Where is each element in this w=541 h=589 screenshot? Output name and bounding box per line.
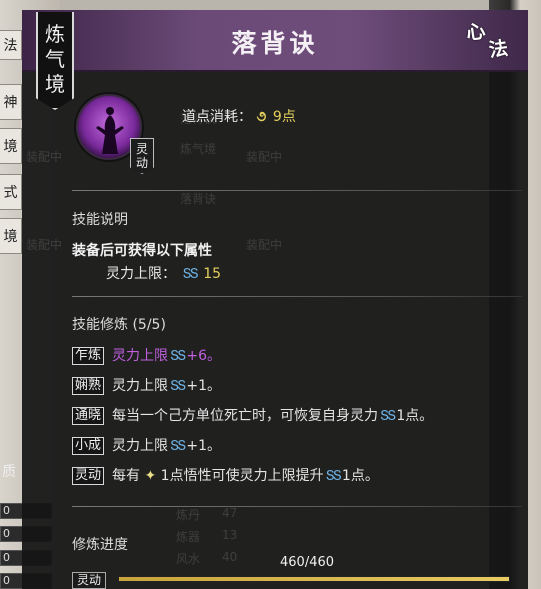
category-seal: 心 法 xyxy=(465,17,523,70)
training-row: 小成 灵力上限 ՏՏ +1。 xyxy=(72,435,221,457)
skill-desc-attr: 灵力上限： ՏՏ 15 xyxy=(106,263,221,283)
skill-type-badge: 灵动 xyxy=(130,138,154,174)
spirit-icon: ՏՏ xyxy=(380,409,396,424)
training-row: 灵动 每有 ✦ 1点悟性可使灵力上限提升 ՏՏ 1点。 xyxy=(72,465,379,487)
cost-value: 9点 xyxy=(272,109,296,125)
training-text-before: 每有 xyxy=(112,468,141,484)
training-text: 灵力上限 xyxy=(112,438,169,454)
training-row: 娴熟 灵力上限 ՏՏ +1。 xyxy=(72,375,221,397)
training-tag: 娴熟 xyxy=(72,377,105,395)
training-tag: 小成 xyxy=(72,437,105,455)
training-title: 技能修炼 (5/5) xyxy=(72,317,166,333)
divider-3 xyxy=(72,506,522,507)
cost-row: 道点消耗： ૭ 9点 xyxy=(182,106,296,126)
progress-label: 修炼进度 xyxy=(72,537,128,553)
training-value: 1点。 xyxy=(341,468,379,484)
realm-label: 炼气境 xyxy=(36,10,74,106)
ghost-stat-1: 炼丹 xyxy=(176,508,201,522)
skill-detail-panel: 装配中 装配中 装配中 装配中 落背诀 炼气境 落背诀 炼丹 炼器 风水 47 … xyxy=(22,10,528,589)
training-tag: 通晓 xyxy=(72,407,105,425)
training-text-mid: 1点悟性可使灵力上限提升 xyxy=(160,468,324,484)
spirit-icon: ՏՏ xyxy=(170,379,186,394)
training-row: 通晓 每当一个己方单位死亡时，可恢复自身灵力 ՏՏ 1点。 xyxy=(72,405,433,427)
background-bottom-tag: 灵动 xyxy=(72,572,107,589)
insight-star-icon: ✦ xyxy=(144,468,157,484)
ghost-name-3: 落背诀 xyxy=(180,192,217,206)
attr-value: 15 xyxy=(203,266,222,282)
cost-label: 道点消耗： xyxy=(182,109,252,125)
skill-title: 落背诀 xyxy=(231,29,319,58)
training-text: 灵力上限 xyxy=(112,378,169,394)
ghost-equip-1: 装配中 xyxy=(26,150,63,164)
background-tab-3[interactable]: 式 xyxy=(0,174,22,210)
training-value: +1。 xyxy=(186,438,221,454)
ghost-equip-4: 装配中 xyxy=(246,238,283,252)
background-quality-glyph: 质 xyxy=(2,464,16,480)
progress-text: 460/460 xyxy=(280,555,335,570)
skill-desc-title: 技能说明 xyxy=(72,212,128,228)
progress-fill xyxy=(119,577,509,581)
spirit-icon: ՏՏ xyxy=(325,469,342,484)
ghost-stat-3: 风水 xyxy=(176,552,201,566)
background-left-glyph: 法 xyxy=(0,30,22,60)
ghost-value-2: 13 xyxy=(222,528,238,542)
panel-header: 落背诀 心 法 xyxy=(22,10,528,72)
ghost-name-2: 炼气境 xyxy=(180,142,217,156)
dao-point-icon: ૭ xyxy=(256,109,267,125)
divider-2 xyxy=(72,296,522,297)
skill-desc-main: 装备后可获得以下属性 xyxy=(72,243,212,259)
training-text: 每当一个己方单位死亡时，可恢复自身灵力 xyxy=(112,408,379,424)
ghost-equip-3: 装配中 xyxy=(26,238,63,252)
realm-text: 炼气境 xyxy=(45,22,65,96)
training-text: 灵力上限 xyxy=(112,348,169,364)
ghost-value-3: 40 xyxy=(222,550,238,564)
training-tag: 灵动 xyxy=(72,467,105,485)
spirit-icon: ՏՏ xyxy=(170,349,186,364)
training-row: 乍炼 灵力上限 ՏՏ +6。 xyxy=(72,345,221,367)
progress-bar xyxy=(118,576,510,582)
ghost-stat-2: 炼器 xyxy=(176,530,201,544)
background-tab-2[interactable]: 境 xyxy=(0,128,22,164)
training-value: 1点。 xyxy=(396,408,434,424)
training-value: +1。 xyxy=(186,378,221,394)
background-tab-1[interactable]: 神 xyxy=(0,84,22,120)
meditating-figure-icon xyxy=(96,107,124,154)
spirit-icon: ՏՏ xyxy=(170,439,186,454)
ghost-value-1: 47 xyxy=(222,506,238,520)
background-tab-4[interactable]: 境 xyxy=(0,218,22,254)
training-tag: 乍炼 xyxy=(72,347,105,365)
training-value: +6。 xyxy=(186,348,221,364)
spirit-icon: ՏՏ xyxy=(182,267,198,282)
attr-label: 灵力上限： xyxy=(106,266,176,282)
divider-1 xyxy=(72,190,522,191)
ghost-equip-2: 装配中 xyxy=(246,150,283,164)
